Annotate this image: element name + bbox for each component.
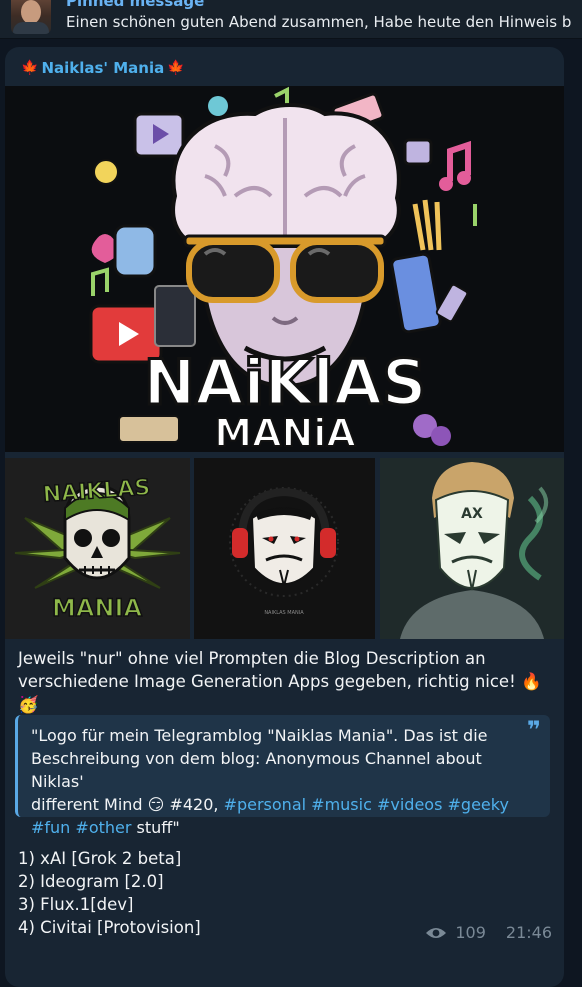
image-tile-ideogram[interactable]: NAIKLAS MANIA bbox=[194, 458, 375, 639]
blockquote: ❞ "Logo für mein Telegramblog "Naiklas M… bbox=[15, 715, 550, 837]
hashtag-personal[interactable]: #personal bbox=[224, 795, 307, 814]
hashtag-other[interactable]: #other bbox=[75, 818, 131, 837]
view-count: 109 bbox=[455, 923, 486, 942]
mask-headphones-illustration: NAIKLAS MANIA bbox=[194, 458, 375, 639]
hero-title-line1: NAiKlAS bbox=[143, 346, 426, 419]
tile3-mask-text: AX bbox=[461, 506, 483, 522]
quote-line-4-text: stuff" bbox=[131, 818, 180, 837]
leaf-icon: 🍁 bbox=[21, 60, 39, 76]
hero-image[interactable]: NAiKlAS MANiA bbox=[5, 86, 564, 452]
list-item: 4) Civitai [Protovision] bbox=[18, 918, 201, 937]
pinned-message-bar[interactable]: Pinned message Einen schönen guten Abend… bbox=[0, 0, 582, 39]
eye-icon bbox=[426, 927, 447, 938]
list-item: 3) Flux.1[dev] bbox=[18, 895, 134, 914]
skull-logo-illustration: NAIKLAS MANIA bbox=[5, 458, 190, 639]
model-list: 1) xAI [Grok 2 beta] 2) Ideogram [2.0] 3… bbox=[18, 847, 201, 939]
list-item: 2) Ideogram [2.0] bbox=[18, 872, 164, 891]
caption-line-2: verschiedene Image Generation Apps gegeb… bbox=[18, 672, 542, 714]
hashtag-fun[interactable]: #fun bbox=[31, 818, 70, 837]
quote-icon: ❞ bbox=[526, 716, 541, 744]
masked-man-illustration: AX bbox=[380, 458, 564, 639]
leaf-icon: 🍁 bbox=[167, 60, 185, 76]
list-item: 1) xAI [Grok 2 beta] bbox=[18, 849, 182, 868]
avatar bbox=[11, 0, 51, 34]
hero-title-line2: MANiA bbox=[214, 411, 356, 452]
channel-name-text: Naiklas' Mania bbox=[41, 59, 165, 77]
image-grid: NAIKLAS MANIA NAIKLAS MANIA AX bbox=[5, 458, 564, 639]
channel-name[interactable]: 🍁 Naiklas' Mania 🍁 bbox=[21, 59, 185, 77]
tile2-caption: NAIKLAS MANIA bbox=[264, 610, 304, 616]
caption-line-1: Jeweils "nur" ohne viel Prompten die Blo… bbox=[18, 649, 486, 668]
hashtag-geeky[interactable]: #geeky bbox=[448, 795, 509, 814]
pinned-text: Einen schönen guten Abend zusammen, Habe… bbox=[66, 13, 572, 31]
quote-line-3-text: different Mind 😏 #420, bbox=[31, 795, 224, 814]
hashtag-videos[interactable]: #videos bbox=[377, 795, 442, 814]
message-time: 21:46 bbox=[505, 923, 552, 942]
message-bubble: 🍁 Naiklas' Mania 🍁 NAiKlAS MANiA NAIKLAS… bbox=[5, 47, 564, 987]
quote-line-3: different Mind 😏 #420, #personal #music … bbox=[31, 793, 526, 816]
pinned-title: Pinned message bbox=[66, 0, 205, 10]
image-tile-civitai[interactable]: AX bbox=[380, 458, 564, 639]
hashtag-music[interactable]: #music bbox=[311, 795, 372, 814]
quote-line-1: "Logo für mein Telegramblog "Naiklas Man… bbox=[31, 726, 488, 745]
hero-illustration: NAiKlAS MANiA bbox=[5, 86, 564, 452]
message-meta: 109 21:46 bbox=[425, 923, 552, 942]
tile1-text-bottom: MANIA bbox=[52, 594, 142, 622]
quote-line-4: #fun #other stuff" bbox=[31, 816, 526, 839]
image-tile-grok[interactable]: NAIKLAS MANIA bbox=[5, 458, 190, 639]
message-caption: Jeweils "nur" ohne viel Prompten die Blo… bbox=[18, 647, 548, 716]
quote-line-2: Beschreibung von dem blog: Anonymous Cha… bbox=[31, 749, 482, 791]
